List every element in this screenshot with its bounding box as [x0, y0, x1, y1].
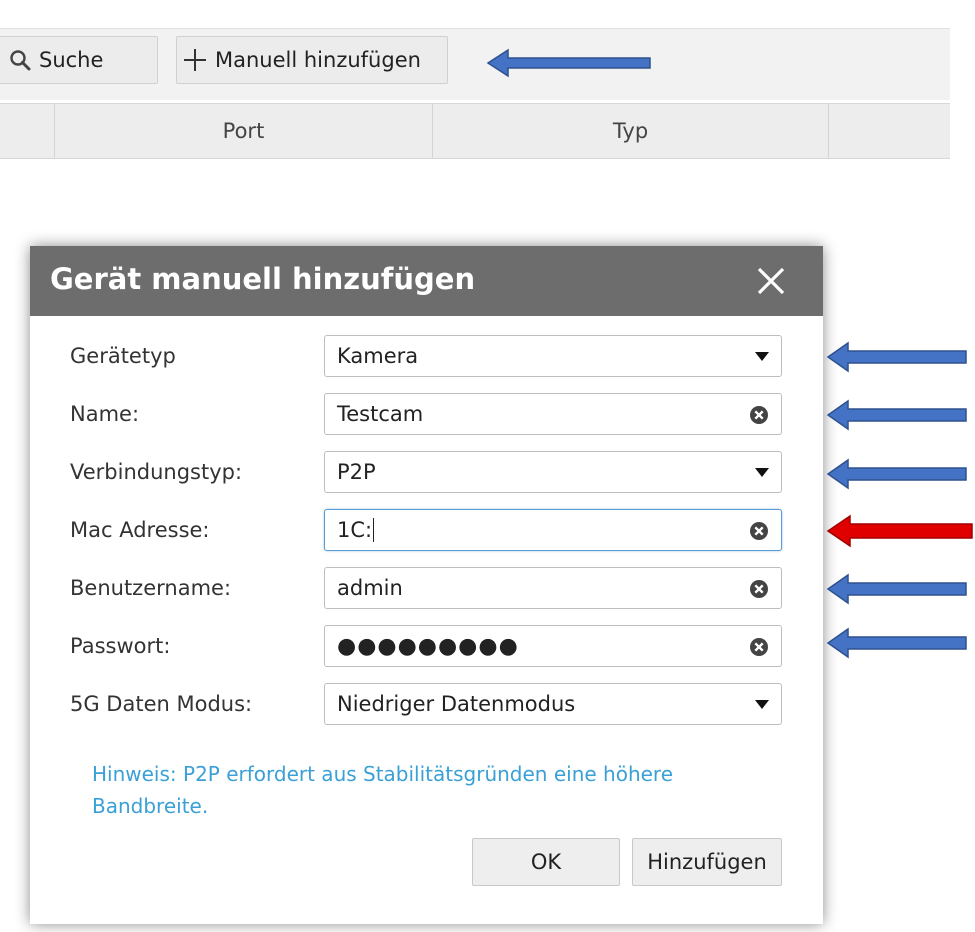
connection-type-select[interactable]: P2P: [324, 451, 782, 493]
username-field[interactable]: admin: [324, 567, 782, 609]
device-type-label: Gerätetyp: [70, 344, 176, 368]
username-value: admin: [337, 576, 403, 600]
name-label: Name:: [70, 402, 140, 426]
chevron-down-icon: [755, 352, 769, 361]
device-table-header: Port Typ: [0, 103, 950, 159]
hint-text: Hinweis: P2P erfordert aus Stabilitätsgr…: [92, 762, 674, 818]
clear-icon[interactable]: [749, 521, 769, 541]
dialog-title: Gerät manuell hinzufügen: [50, 262, 476, 296]
connection-type-label: Verbindungstyp:: [70, 460, 243, 484]
device-type-select[interactable]: Kamera: [324, 335, 782, 377]
ok-button[interactable]: OK: [472, 838, 620, 886]
password-value: ●●●●●●●●●: [337, 633, 519, 659]
column-header-more[interactable]: [828, 104, 950, 158]
mac-address-value: 1C:: [337, 518, 373, 542]
device-type-value: Kamera: [337, 344, 419, 368]
column-header-select[interactable]: [0, 104, 54, 158]
left-arrow-icon: [486, 48, 651, 78]
clear-icon[interactable]: [749, 637, 769, 657]
column-header-type[interactable]: Typ: [432, 104, 828, 158]
username-label: Benutzername:: [70, 576, 232, 600]
left-arrow-icon: [826, 458, 967, 490]
left-arrow-icon-highlight: [826, 514, 973, 548]
left-arrow-icon: [826, 573, 967, 605]
password-field[interactable]: ●●●●●●●●●: [324, 625, 782, 667]
search-icon: [9, 49, 31, 71]
toolbar-top-strip: [0, 0, 950, 29]
chevron-down-icon: [755, 468, 769, 477]
search-button-label: Suche: [39, 48, 104, 72]
add-button[interactable]: Hinzufügen: [632, 838, 782, 886]
left-arrow-icon: [826, 341, 967, 373]
mac-address-field[interactable]: 1C:: [324, 509, 782, 551]
column-header-port[interactable]: Port: [54, 104, 432, 158]
left-arrow-icon: [826, 399, 967, 431]
data-mode-select[interactable]: Niedriger Datenmodus: [324, 683, 782, 725]
left-arrow-icon: [826, 627, 967, 659]
clear-icon[interactable]: [749, 579, 769, 599]
text-cursor: [373, 518, 375, 542]
data-mode-value: Niedriger Datenmodus: [337, 692, 576, 716]
mac-address-label: Mac Adresse:: [70, 518, 210, 542]
add-device-dialog: Gerät manuell hinzufügen Gerätetyp Kamer…: [30, 246, 823, 924]
close-icon[interactable]: [754, 264, 788, 298]
password-label: Passwort:: [70, 634, 171, 658]
connection-type-value: P2P: [337, 460, 376, 484]
search-button[interactable]: Suche: [0, 36, 158, 84]
data-mode-label: 5G Daten Modus:: [70, 692, 253, 716]
chevron-down-icon: [755, 700, 769, 709]
clear-icon[interactable]: [749, 405, 769, 425]
name-value: Testcam: [337, 402, 424, 426]
add-manually-button-label: Manuell hinzufügen: [215, 48, 421, 72]
name-field[interactable]: Testcam: [324, 393, 782, 435]
add-manually-button[interactable]: Manuell hinzufügen: [176, 36, 448, 84]
plus-icon: [183, 48, 207, 72]
